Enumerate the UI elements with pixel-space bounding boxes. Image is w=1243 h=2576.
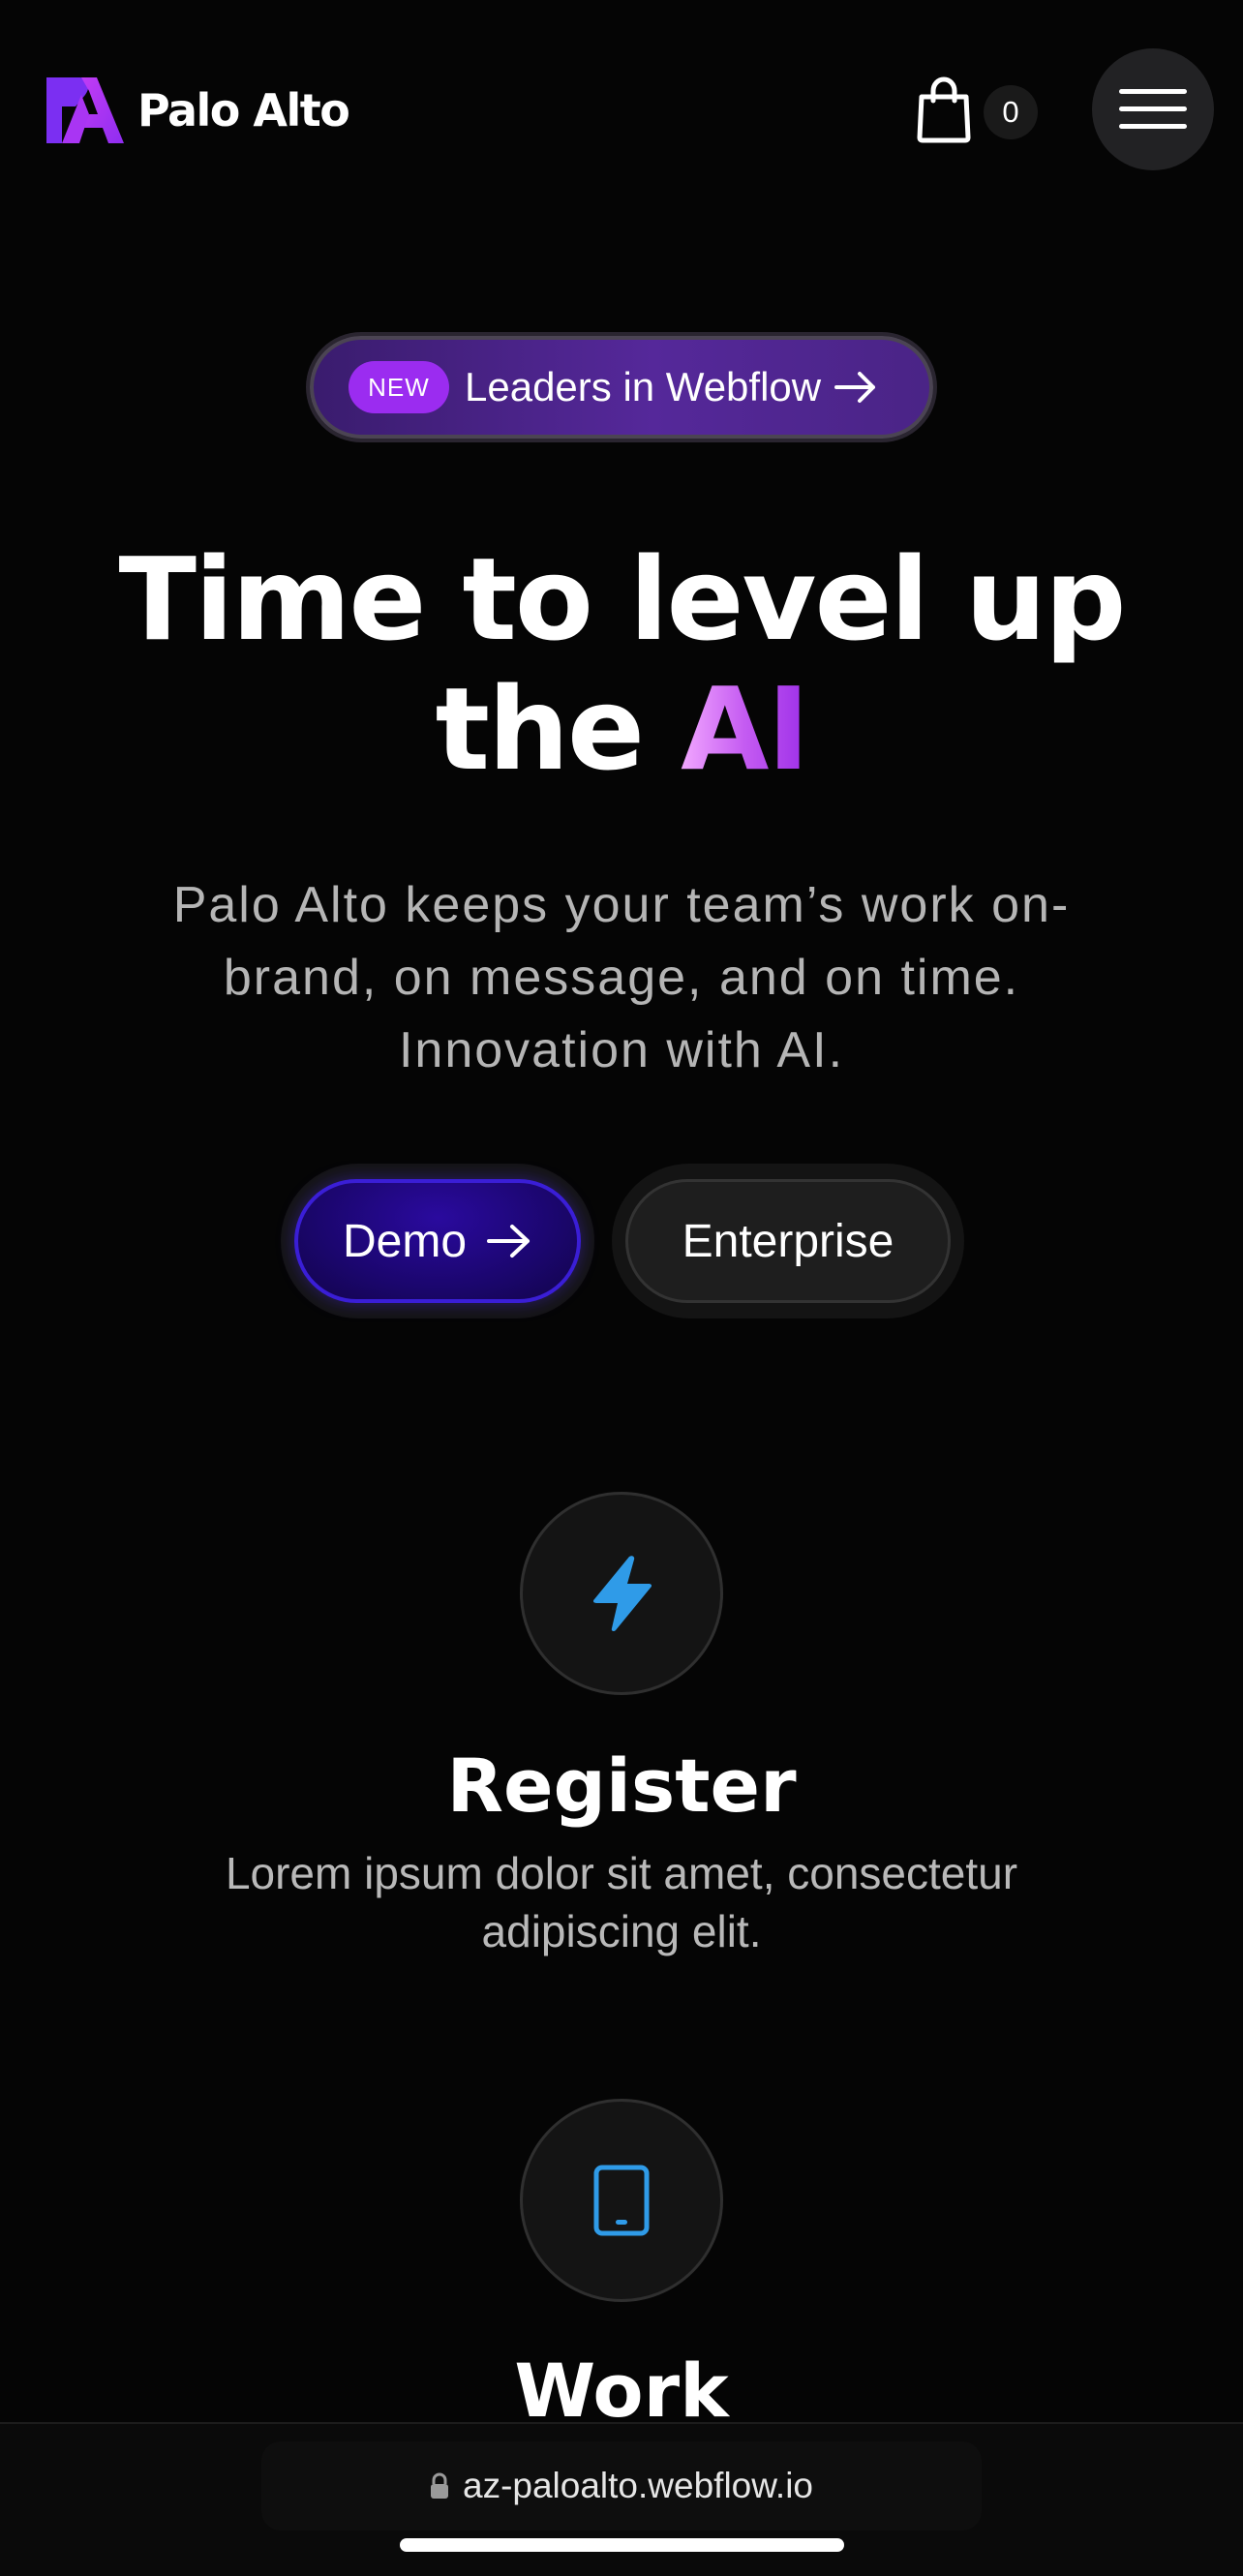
enterprise-button-label: Enterprise	[682, 1215, 894, 1267]
new-tag: NEW	[349, 361, 449, 413]
feature-description: Lorem ipsum dolor sit amet, consectetur …	[225, 1848, 1018, 1956]
cta-buttons: Demo Enterprise	[281, 1164, 964, 1318]
hero-headline: Time to level up the AI	[0, 534, 1243, 794]
enterprise-button[interactable]: Enterprise	[625, 1179, 951, 1303]
feature-icon-circle	[520, 1492, 723, 1695]
tablet-icon	[593, 2165, 650, 2236]
feature-icon-circle	[520, 2099, 723, 2302]
hamburger-menu-icon	[1119, 89, 1187, 129]
enterprise-button-ring: Enterprise	[612, 1164, 964, 1318]
demo-button[interactable]: Demo	[294, 1179, 581, 1303]
announcement-badge[interactable]: NEW Leaders in Webflow	[310, 336, 933, 439]
cart-count-badge: 0	[984, 85, 1038, 139]
menu-button[interactable]	[1092, 48, 1214, 170]
url-text: az-paloalto.webflow.io	[463, 2466, 813, 2505]
demo-button-label: Demo	[342, 1215, 468, 1267]
feature-title: Register	[446, 1743, 797, 1829]
brand-name: Palo Alto	[137, 84, 350, 136]
arrow-right-icon	[487, 1225, 531, 1258]
headline-main: Time to level up the	[118, 532, 1127, 796]
arrow-right-icon	[834, 372, 876, 403]
hero-subtext: Palo Alto keeps your team’s work on-bran…	[172, 877, 1071, 1078]
brand-logo[interactable]: Palo Alto	[46, 77, 350, 143]
announcement-label: Leaders in Webflow	[465, 364, 822, 409]
address-field[interactable]: az-paloalto.webflow.io	[261, 2441, 982, 2531]
shopping-bag-icon	[917, 76, 971, 143]
lock-icon	[431, 2472, 448, 2499]
demo-button-ring: Demo	[281, 1164, 594, 1318]
cart-button[interactable]: 0	[914, 76, 1040, 145]
site-header: Palo Alto 0	[0, 0, 1243, 223]
headline-accent: AI	[681, 662, 809, 796]
browser-url-bar: az-paloalto.webflow.io	[0, 2422, 1243, 2576]
lightning-bolt-icon	[592, 1556, 652, 1632]
home-indicator[interactable]	[400, 2538, 844, 2552]
palo-alto-logo-icon	[46, 77, 124, 143]
